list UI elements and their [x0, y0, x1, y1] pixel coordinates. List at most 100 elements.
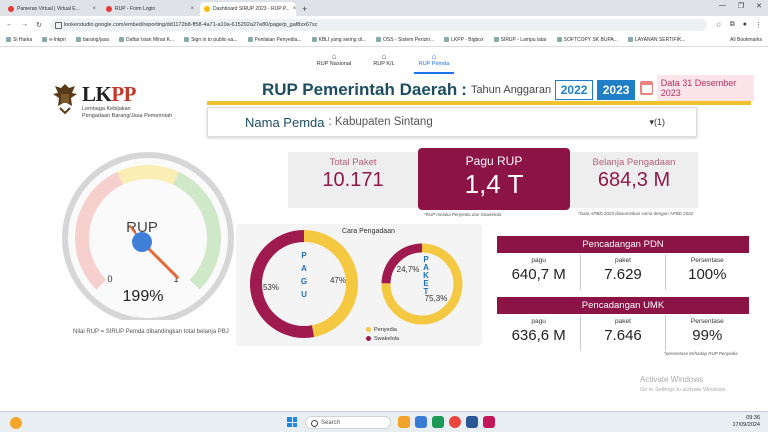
- address-bar-row: ← → ↻ lookerstudio.google.com/embed/repo…: [0, 16, 768, 33]
- close-window-icon[interactable]: ✕: [756, 2, 762, 10]
- bookmark-icon: [311, 36, 317, 42]
- kpi-title: Total Paket: [329, 157, 377, 168]
- nav-rup-kl[interactable]: ⌂ RUP K/L: [364, 48, 404, 74]
- pemda-dropdown[interactable]: ▾(1): [649, 117, 665, 128]
- nav-rup-pemda[interactable]: ⌂ RUP Pemda: [414, 48, 454, 74]
- pdn-persentase: Persentase 100%: [688, 257, 727, 283]
- gauge-min-label: 0: [107, 274, 112, 284]
- new-tab-button[interactable]: +: [298, 4, 311, 16]
- bookmark-item[interactable]: barang/jasa: [75, 36, 109, 43]
- bookmark-item[interactable]: KBLI yang sering di...: [311, 36, 366, 43]
- bookmark-item[interactable]: Penilaian Penyedia...: [247, 36, 302, 43]
- tab-label: RUP - Form Login: [115, 6, 156, 12]
- page-subtitle: Tahun Anggaran: [470, 84, 552, 96]
- bookmark-item[interactable]: Daftar Isian Minat K...: [119, 37, 174, 43]
- bookmark-icon: [247, 36, 253, 42]
- browser-tab-bar: Pameran Virtual | Virtual E... × RUP - Fo…: [0, 0, 768, 16]
- browser-tab[interactable]: Pameran Virtual | Virtual E... ×: [4, 2, 100, 16]
- pemda-value: : Kabupaten Sintang: [328, 116, 433, 128]
- nav-label: RUP Nasional: [316, 61, 352, 67]
- data-date: Data 31 Desember 2023: [640, 75, 754, 101]
- maximize-icon[interactable]: ❐: [738, 2, 744, 10]
- year-button-2022[interactable]: 2022: [555, 80, 594, 100]
- pdn-row: pagu 640,7 M paket 7.629 Persentase 100%: [497, 254, 749, 290]
- pdn-header: Pencadangan PDN: [497, 236, 749, 253]
- note-apbd: *Data APBD 2023 diasumsikan sama dengan …: [578, 211, 694, 216]
- close-tab-icon[interactable]: ×: [293, 6, 296, 12]
- kpi-value: 10.171: [322, 169, 384, 191]
- url-field[interactable]: lookerstudio.google.com/embed/reporting/…: [49, 18, 708, 31]
- gauge-hub: [132, 232, 152, 252]
- pdn-paket: paket 7.629: [581, 254, 666, 290]
- app-icon[interactable]: [415, 416, 427, 428]
- home-icon: ⌂: [381, 52, 387, 61]
- bookmark-icon: [444, 36, 450, 42]
- chrome-icon[interactable]: [449, 416, 461, 428]
- bookmark-icon: [6, 36, 11, 42]
- data-date-label: Data 31 Desember 2023: [656, 75, 754, 101]
- minimize-icon[interactable]: —: [719, 2, 726, 10]
- bookmark-item[interactable]: SOFTCOPY SK BUPA...: [556, 37, 618, 43]
- legend-dot-icon: [366, 336, 371, 342]
- clock-time: 09:36: [746, 415, 760, 421]
- menu-icon[interactable]: ⋮: [755, 21, 762, 29]
- legend-dot-icon: [366, 327, 371, 333]
- forward-icon[interactable]: →: [21, 21, 28, 28]
- nav-label: RUP Pemda: [418, 61, 450, 67]
- pagu-penyedia-label: 47%: [330, 276, 346, 285]
- profile-avatar[interactable]: ●: [743, 21, 747, 28]
- bookmark-item[interactable]: LAYANAN SERTIFIK...: [627, 37, 686, 43]
- bookmark-item[interactable]: Sign in to public-sa...: [184, 37, 238, 43]
- taskbar: Search 09:36 17/09/2024: [0, 411, 768, 432]
- header-divider: [207, 101, 751, 105]
- umk-persentase: Persentase 99%: [690, 318, 724, 344]
- pagu-swakelola-label: 53%: [263, 283, 279, 292]
- pagu-center-label: PAGU: [301, 251, 307, 299]
- app-icon[interactable]: [432, 416, 444, 428]
- bookmark-item[interactable]: LKPP - Bigbox: [444, 36, 484, 43]
- title-colon: :: [461, 80, 467, 99]
- logo-subtitle: Lembaga Kebijakan Pengadaan Barang/Jasa P…: [82, 106, 173, 119]
- weather-icon[interactable]: [10, 417, 22, 429]
- legend-item-penyedia: Penyedia: [366, 326, 399, 335]
- bookmark-item[interactable]: Si Harka: [6, 37, 32, 43]
- gauge-band-yellow: [117, 165, 179, 185]
- system-tray[interactable]: 09:36 17/09/2024: [732, 415, 760, 429]
- browser-tab[interactable]: RUP - Form Login ×: [102, 2, 198, 16]
- app-icon[interactable]: [483, 416, 495, 428]
- lkpp-logo: LKPP Lembaga Kebijakan Pengadaan Barang/J…: [52, 82, 192, 122]
- all-bookmarks[interactable]: All Bookmarks: [730, 37, 762, 43]
- pdn-pagu: pagu 640,7 M: [497, 254, 582, 290]
- close-tab-icon[interactable]: ×: [92, 6, 96, 12]
- taskbar-search[interactable]: Search: [305, 416, 391, 429]
- legend-item-swakelola: Swakelola: [366, 335, 399, 344]
- pemda-selector[interactable]: Nama Pemda : Kabupaten Sintang ▾(1): [207, 107, 697, 137]
- windows-start-icon[interactable]: [287, 417, 297, 427]
- bookmark-item[interactable]: OSS - Sistem Perizin...: [376, 37, 434, 43]
- tab-label: Pameran Virtual | Virtual E...: [17, 6, 80, 12]
- nav-rup-nasional[interactable]: ⌂ RUP Nasional: [314, 48, 354, 74]
- bookmark-icon: [75, 36, 81, 42]
- gauge-note: Nilai RUP = SIRUP Pemda dibandingkan tot…: [73, 329, 229, 335]
- bookmark-item[interactable]: SIRUP - Lampu latar: [493, 37, 547, 43]
- umk-paket: paket 7.646: [581, 315, 666, 351]
- tab-favicon-icon: [106, 6, 112, 12]
- year-button-2023[interactable]: 2023: [597, 80, 636, 100]
- app-icon[interactable]: [398, 416, 410, 428]
- bookmark-item[interactable]: e-Inkpn: [42, 37, 66, 43]
- note-rup: *RUP melalui Penyedia dan Swakelola: [424, 212, 502, 217]
- kpi-value: 1,4 T: [464, 169, 524, 199]
- bookmarks-bar: Si Harka e-Inkpn barang/jasa Daftar Isian M…: [0, 33, 768, 47]
- reload-icon[interactable]: ↻: [36, 21, 42, 29]
- extensions-icon[interactable]: ⧉: [730, 21, 735, 29]
- back-icon[interactable]: ←: [6, 21, 13, 28]
- bookmark-star-icon[interactable]: ☆: [715, 21, 721, 29]
- browser-tab-active[interactable]: Dashboard SIRUP 2023 - RUP P... ×: [200, 2, 296, 16]
- close-tab-icon[interactable]: ×: [190, 6, 194, 12]
- app-icon[interactable]: [466, 416, 478, 428]
- page-title: RUP Pemerintah Daerah: [262, 80, 458, 99]
- tab-favicon-icon: [8, 6, 14, 12]
- donut-legend: Penyedia Swakelola: [366, 326, 399, 344]
- garuda-emblem-icon: [53, 84, 77, 115]
- nav-label: RUP K/L: [373, 61, 395, 67]
